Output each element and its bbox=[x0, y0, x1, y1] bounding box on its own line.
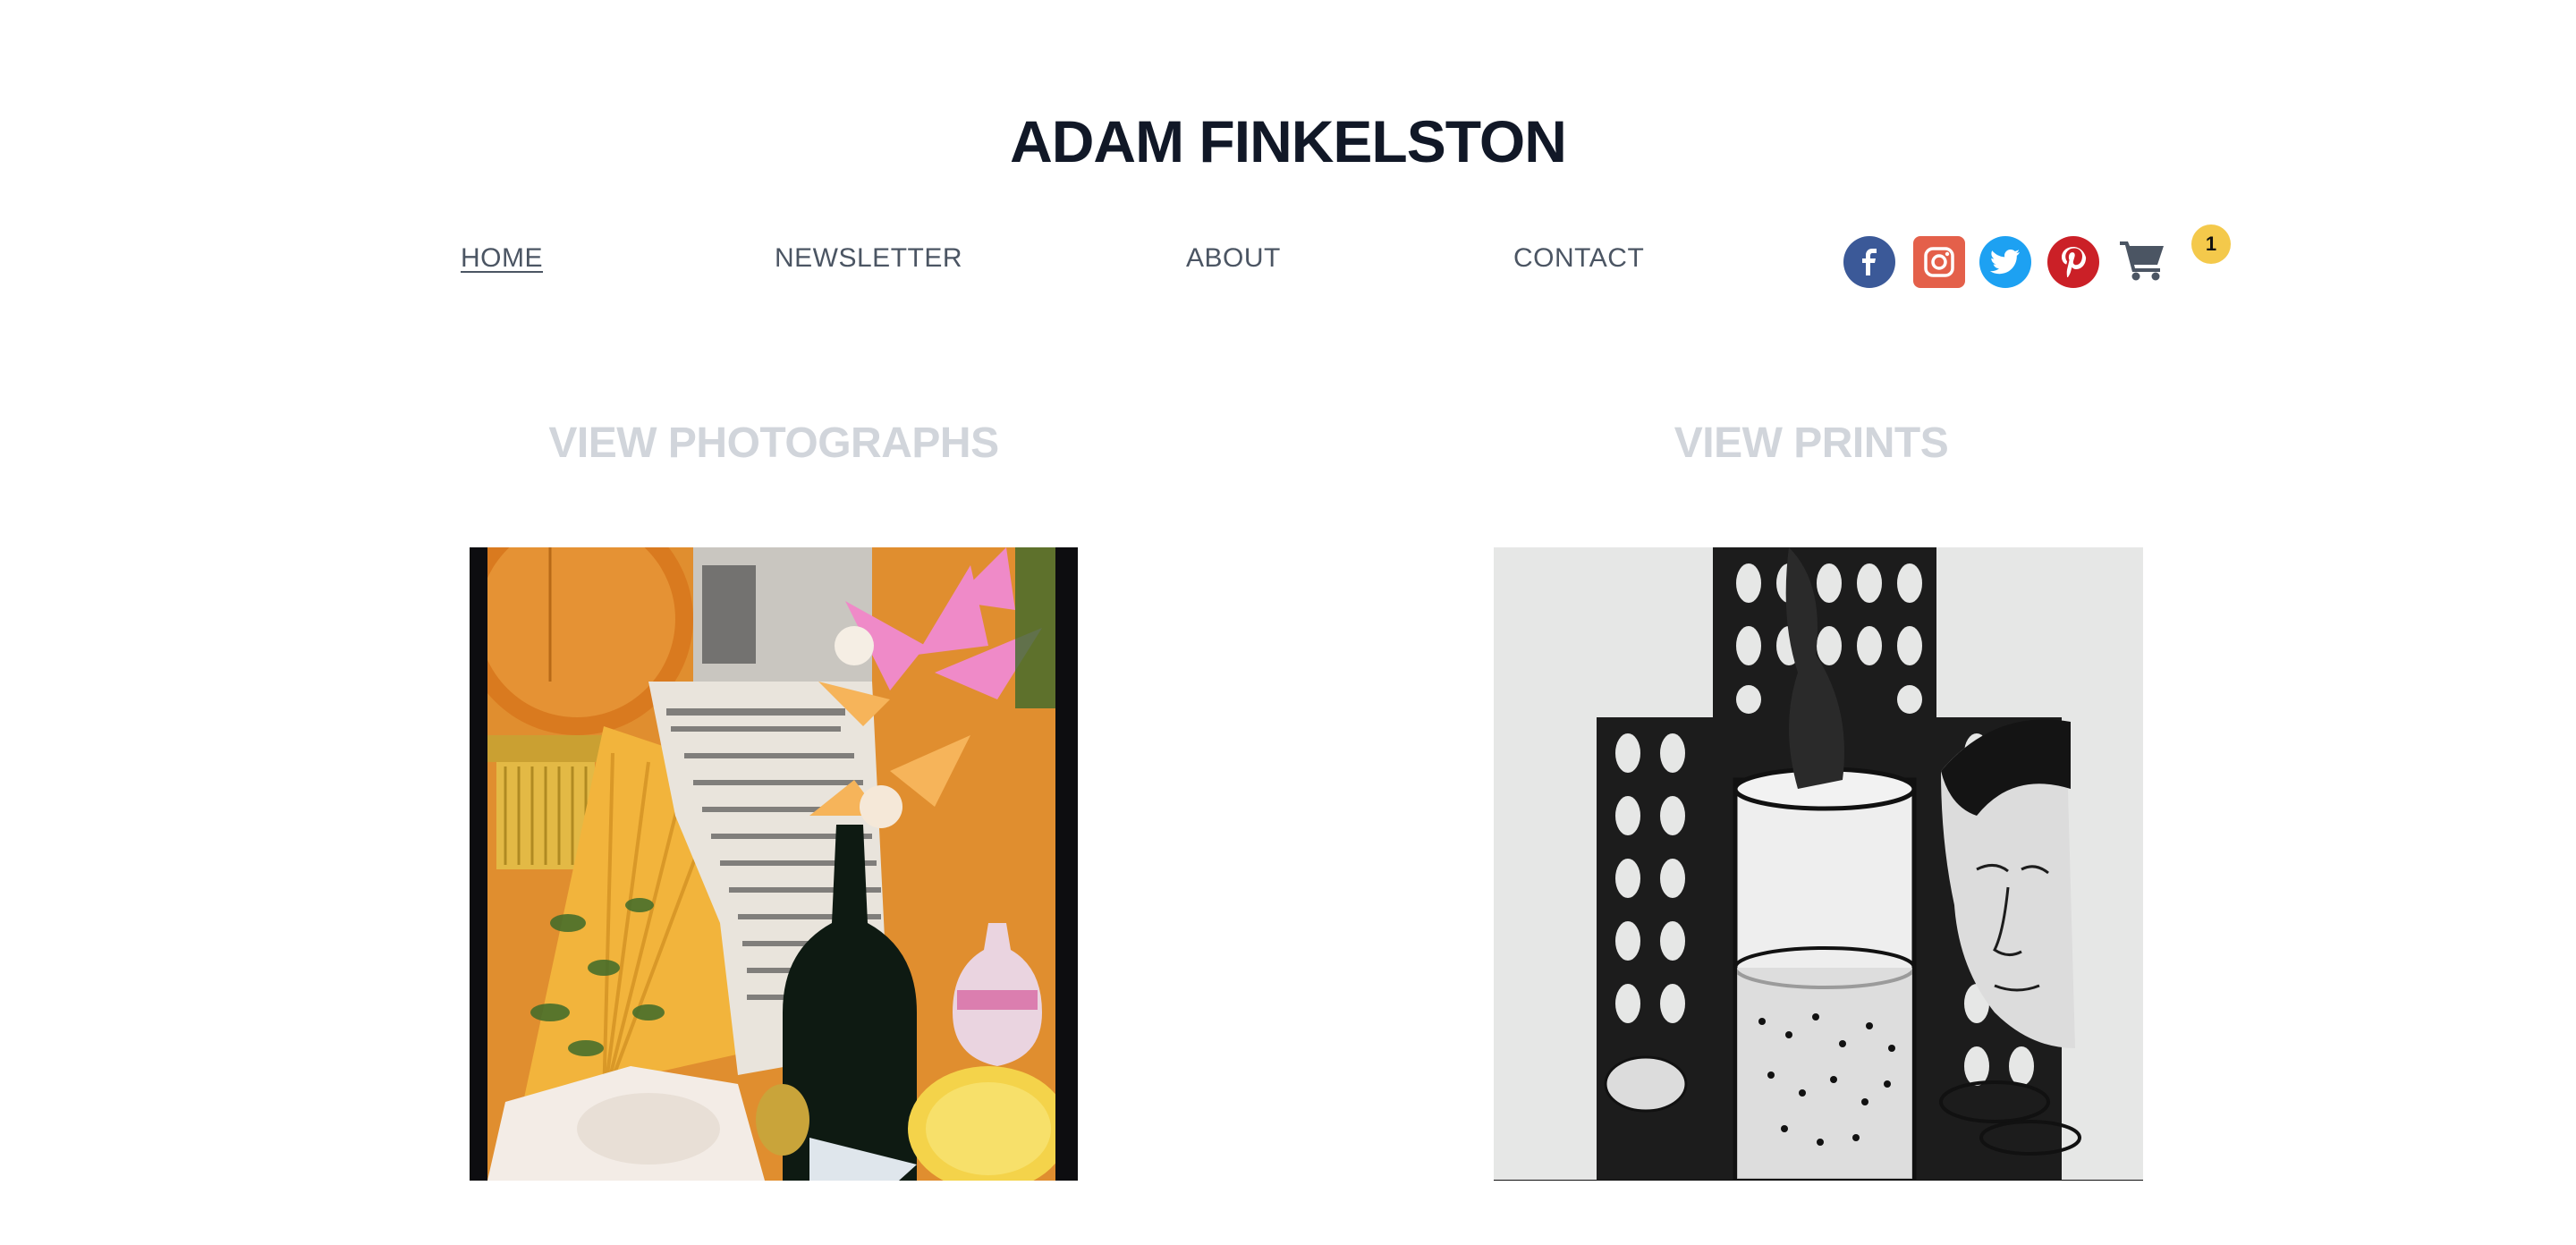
site-title[interactable]: ADAM FINKELSTON bbox=[0, 107, 2576, 175]
view-prints-link[interactable]: VIEW PRINTS bbox=[1485, 419, 2138, 468]
photograph-artwork[interactable] bbox=[470, 547, 1078, 1181]
view-photographs-link[interactable]: VIEW PHOTOGRAPHS bbox=[470, 419, 1078, 468]
twitter-icon[interactable] bbox=[1979, 236, 2031, 288]
nav-about[interactable]: ABOUT bbox=[1186, 243, 1281, 274]
facebook-icon[interactable] bbox=[1843, 236, 1895, 288]
cart-count-badge[interactable]: 1 bbox=[2191, 224, 2231, 264]
print-artwork[interactable] bbox=[1494, 547, 2143, 1181]
instagram-icon[interactable] bbox=[1913, 236, 1965, 288]
cart-icon[interactable] bbox=[2120, 241, 2165, 281]
nav-home[interactable]: HOME bbox=[461, 243, 543, 274]
nav-newsletter[interactable]: NEWSLETTER bbox=[775, 243, 962, 274]
nav-contact[interactable]: CONTACT bbox=[1513, 243, 1644, 274]
pinterest-icon[interactable] bbox=[2047, 236, 2099, 288]
